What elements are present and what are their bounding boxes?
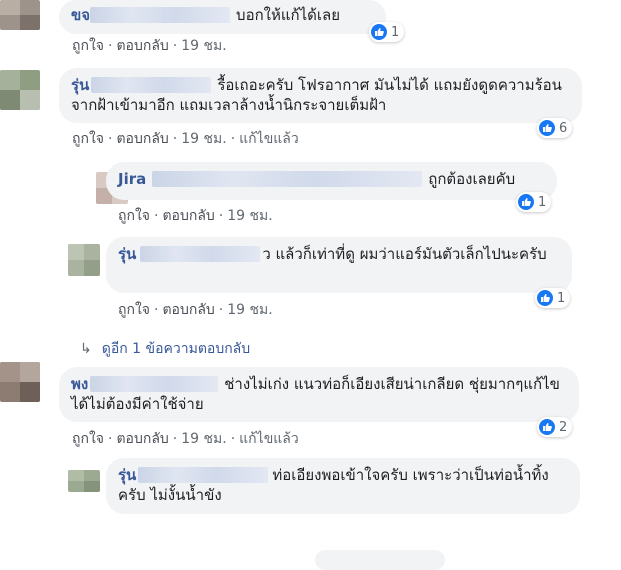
redacted-name: [140, 246, 261, 262]
reaction-count[interactable]: 6: [537, 118, 573, 138]
avatar[interactable]: [0, 70, 40, 110]
timestamp[interactable]: 19 ชม.: [181, 131, 226, 147]
like-link[interactable]: ถูกใจ: [72, 131, 104, 147]
comment-bubble: พง ช่างไม่เก่ง แนวท่อก็เอียงเสียน่าเกลียด…: [59, 367, 579, 422]
timestamp[interactable]: 19 ชม.: [181, 431, 226, 447]
reply-link[interactable]: ตอบกลับ: [116, 38, 168, 54]
avatar[interactable]: [68, 244, 100, 276]
timestamp[interactable]: 19 ชม.: [181, 38, 226, 54]
comment-actions: ถูกใจ · ตอบกลับ · 19 ชม. · แก้ไขแล้ว: [72, 431, 299, 447]
thumbs-up-icon: [539, 120, 555, 136]
commenter-name[interactable]: Jira: [118, 170, 146, 188]
reply-link[interactable]: ตอบกลับ: [116, 431, 168, 447]
comment-text: ว แล้วก็เท่าที่ดู ผมว่าแอร์มันตัวเล็กไปน…: [262, 245, 547, 263]
commenter-name[interactable]: พง: [71, 375, 88, 393]
like-link[interactable]: ถูกใจ: [72, 38, 104, 54]
reply-link[interactable]: ตอบกลับ: [116, 131, 168, 147]
reply-link[interactable]: ตอบกลับ: [162, 208, 214, 224]
redacted-name: [91, 77, 212, 93]
comment-bubble: Jira ถูกต้องเลยคับ: [106, 162, 557, 200]
like-link[interactable]: ถูกใจ: [118, 302, 150, 318]
comment-actions: ถูกใจ · ตอบกลับ · 19 ชม.: [118, 302, 273, 318]
reaction-count[interactable]: 1: [516, 192, 552, 212]
comment-text: บอกให้แก้ได้เลย: [236, 6, 341, 24]
reaction-count[interactable]: 1: [535, 288, 571, 308]
edited-label[interactable]: แก้ไขแล้ว: [239, 431, 299, 447]
comment-bubble: รุ่น ท่อเอียงพอเข้าใจครับ เพราะว่าเป็นท่อ…: [106, 458, 580, 514]
reply-arrow-icon: ↳: [80, 341, 92, 357]
redacted-name: [90, 7, 231, 23]
comment-bubble: รุ่น รื้อเถอะครับ โฟรอากาศ มันไม่ได้ แถมย…: [59, 68, 582, 123]
view-more-replies[interactable]: ↳ ดูอีก 1 ข้อความตอบกลับ: [80, 338, 250, 360]
comment-actions: ถูกใจ · ตอบกลับ · 19 ชม.: [72, 38, 227, 54]
thumbs-up-icon: [518, 194, 534, 210]
avatar[interactable]: [0, 362, 40, 402]
like-link[interactable]: ถูกใจ: [118, 208, 150, 224]
like-link[interactable]: ถูกใจ: [72, 431, 104, 447]
timestamp[interactable]: 19 ชม.: [227, 302, 272, 318]
commenter-name[interactable]: รุ่น: [71, 76, 89, 94]
next-comment-bubble: [315, 550, 445, 570]
commenter-name[interactable]: รุ่น: [118, 466, 136, 484]
comment-text: ถูกต้องเลยคับ: [428, 170, 516, 188]
comment-actions: ถูกใจ · ตอบกลับ · 19 ชม. · แก้ไขแล้ว: [72, 131, 299, 147]
thumbs-up-icon: [539, 419, 555, 435]
redacted-name: [90, 376, 219, 392]
timestamp[interactable]: 19 ชม.: [227, 208, 272, 224]
reaction-count[interactable]: 2: [537, 417, 573, 437]
avatar[interactable]: [0, 0, 40, 30]
redacted-name: [138, 467, 269, 483]
comment-bubble: ขจ บอกให้แก้ได้เลย: [59, 0, 386, 34]
edited-label[interactable]: แก้ไขแล้ว: [239, 131, 299, 147]
reaction-count[interactable]: 1: [369, 22, 405, 42]
thumbs-up-icon: [371, 24, 387, 40]
thumbs-up-icon: [537, 290, 553, 306]
comment-actions: ถูกใจ · ตอบกลับ · 19 ชม.: [118, 208, 273, 224]
commenter-name[interactable]: ขจ: [71, 6, 90, 24]
comment-bubble: รุ่น ว แล้วก็เท่าที่ดู ผมว่าแอร์มันตัวเล็…: [106, 237, 572, 293]
avatar[interactable]: [68, 470, 100, 492]
redacted-name: [152, 171, 423, 187]
reply-link[interactable]: ตอบกลับ: [162, 302, 214, 318]
commenter-name[interactable]: รุ่น: [118, 245, 136, 263]
